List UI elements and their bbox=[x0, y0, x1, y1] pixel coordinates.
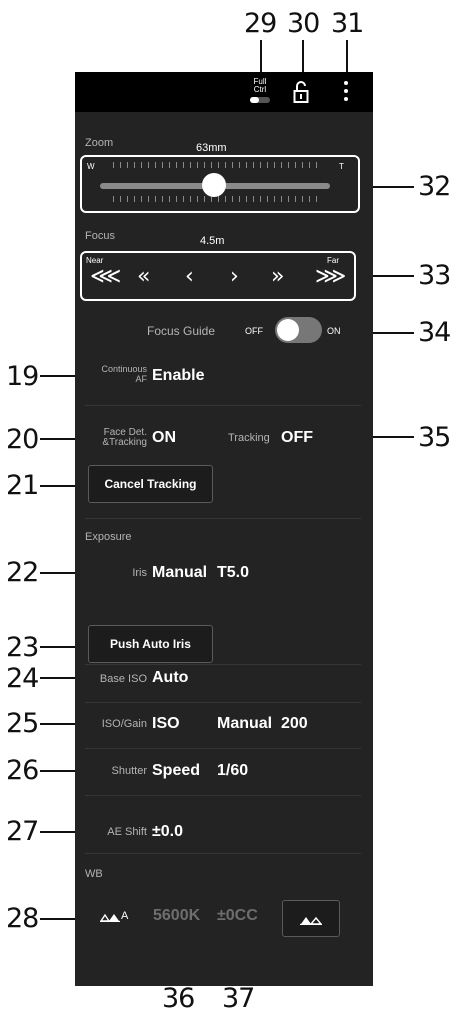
focus-near-slow-button[interactable]: ‹ bbox=[185, 266, 194, 288]
zoom-wide-label: W bbox=[87, 162, 95, 171]
callout-30: 30 bbox=[287, 8, 320, 39]
full-ctrl-switch bbox=[250, 97, 270, 103]
top-bar: Full Ctrl bbox=[75, 72, 373, 112]
push-auto-iris-button[interactable]: Push Auto Iris bbox=[88, 625, 213, 663]
callout-35: 35 bbox=[418, 422, 451, 453]
focus-value: 4.5m bbox=[200, 235, 225, 247]
ae-shift-label: AE Shift bbox=[107, 826, 147, 838]
separator bbox=[85, 405, 361, 406]
ae-shift-value[interactable]: ±0.0 bbox=[152, 823, 183, 841]
iso-gain-label: ISO/Gain bbox=[101, 718, 147, 730]
focus-guide-on-label: ON bbox=[327, 326, 341, 336]
continuous-af-label-line1: Continuous bbox=[101, 364, 147, 374]
zoom-scale-top bbox=[113, 162, 323, 168]
callout-24: 24 bbox=[6, 663, 39, 694]
focus-near-fast-button[interactable]: ⋘ bbox=[90, 266, 121, 288]
separator bbox=[85, 518, 361, 519]
callout-28: 28 bbox=[6, 903, 39, 934]
wb-set-button[interactable] bbox=[282, 900, 340, 937]
callout-36: 36 bbox=[162, 983, 195, 1014]
wb-cc-value: ±0CC bbox=[217, 907, 258, 924]
callout-20: 20 bbox=[6, 424, 39, 455]
shutter-value[interactable]: 1/60 bbox=[217, 762, 248, 780]
zoom-slider-thumb[interactable] bbox=[202, 173, 226, 197]
iris-value[interactable]: T5.0 bbox=[217, 564, 249, 582]
separator bbox=[85, 853, 361, 854]
wb-kelvin-value: 5600K bbox=[153, 907, 201, 924]
tracking-label: Tracking bbox=[228, 432, 270, 444]
zoom-label: Zoom bbox=[85, 137, 114, 149]
face-det-label-line2: &Tracking bbox=[102, 437, 147, 448]
face-det-label: Face Det. &Tracking bbox=[95, 428, 147, 448]
focus-guide-label: Focus Guide bbox=[147, 324, 216, 338]
leader-29 bbox=[260, 40, 262, 72]
shutter-mode-value[interactable]: Speed bbox=[152, 762, 200, 780]
callout-26: 26 bbox=[6, 755, 39, 786]
wb-auto-icon bbox=[100, 913, 120, 922]
focus-far-fast-button[interactable]: ⋙ bbox=[315, 266, 346, 288]
zoom-tele-label: T bbox=[339, 162, 344, 171]
focus-far-medium-button[interactable]: » bbox=[271, 266, 284, 288]
callout-21: 21 bbox=[6, 470, 39, 501]
callout-34: 34 bbox=[418, 317, 451, 348]
shutter-label: Shutter bbox=[111, 765, 147, 777]
separator bbox=[85, 795, 361, 796]
separator bbox=[85, 664, 361, 665]
separator bbox=[85, 702, 361, 703]
separator bbox=[85, 748, 361, 749]
cancel-tracking-button[interactable]: Cancel Tracking bbox=[88, 465, 213, 503]
wb-auto-suffix: A bbox=[121, 910, 129, 922]
callout-32: 32 bbox=[418, 171, 451, 202]
exposure-section-label: Exposure bbox=[85, 531, 132, 543]
callout-33: 33 bbox=[418, 260, 451, 291]
zoom-scale-bottom bbox=[113, 196, 323, 202]
base-iso-label: Base ISO bbox=[99, 673, 147, 685]
callout-29: 29 bbox=[244, 8, 277, 39]
wb-set-icon bbox=[300, 916, 322, 925]
iso-gain-mode-value[interactable]: Manual bbox=[217, 715, 272, 733]
callout-27: 27 bbox=[6, 816, 39, 847]
full-ctrl-label-line2: Ctrl bbox=[253, 85, 267, 94]
iso-gain-type-value[interactable]: ISO bbox=[152, 715, 180, 733]
continuous-af-value[interactable]: Enable bbox=[152, 367, 204, 385]
callout-19: 19 bbox=[6, 361, 39, 392]
leader-31 bbox=[346, 40, 348, 72]
callout-23: 23 bbox=[6, 632, 39, 663]
callout-22: 22 bbox=[6, 557, 39, 588]
iris-mode-value[interactable]: Manual bbox=[152, 564, 207, 582]
wb-section-label: WB bbox=[85, 868, 103, 880]
callout-37: 37 bbox=[222, 983, 255, 1014]
focus-guide-off-label: OFF bbox=[245, 326, 263, 336]
focus-label: Focus bbox=[85, 230, 115, 242]
wb-mode-value[interactable]: A bbox=[100, 908, 128, 924]
callout-25: 25 bbox=[6, 708, 39, 739]
base-iso-value[interactable]: Auto bbox=[152, 669, 188, 687]
continuous-af-label: Continuous AF bbox=[97, 364, 147, 384]
focus-guide-toggle-knob bbox=[277, 319, 299, 341]
callout-31: 31 bbox=[331, 8, 364, 39]
continuous-af-label-line2: AF bbox=[135, 374, 147, 384]
leader-30 bbox=[302, 40, 304, 72]
zoom-value: 63mm bbox=[196, 142, 227, 154]
focus-near-medium-button[interactable]: « bbox=[137, 266, 150, 288]
vertical-dots-icon[interactable] bbox=[343, 81, 349, 103]
tracking-value[interactable]: OFF bbox=[281, 429, 313, 447]
unlock-icon[interactable] bbox=[293, 80, 309, 104]
remote-control-screen: Full Ctrl Zoom 63mm W T Focus 4.5m Near bbox=[75, 72, 373, 986]
focus-far-slow-button[interactable]: › bbox=[230, 266, 239, 288]
full-ctrl-toggle[interactable]: Full Ctrl bbox=[247, 78, 273, 103]
focus-guide-toggle[interactable] bbox=[275, 317, 322, 343]
iris-label: Iris bbox=[132, 567, 147, 579]
iso-gain-value[interactable]: 200 bbox=[281, 715, 308, 733]
face-det-value[interactable]: ON bbox=[152, 429, 176, 447]
